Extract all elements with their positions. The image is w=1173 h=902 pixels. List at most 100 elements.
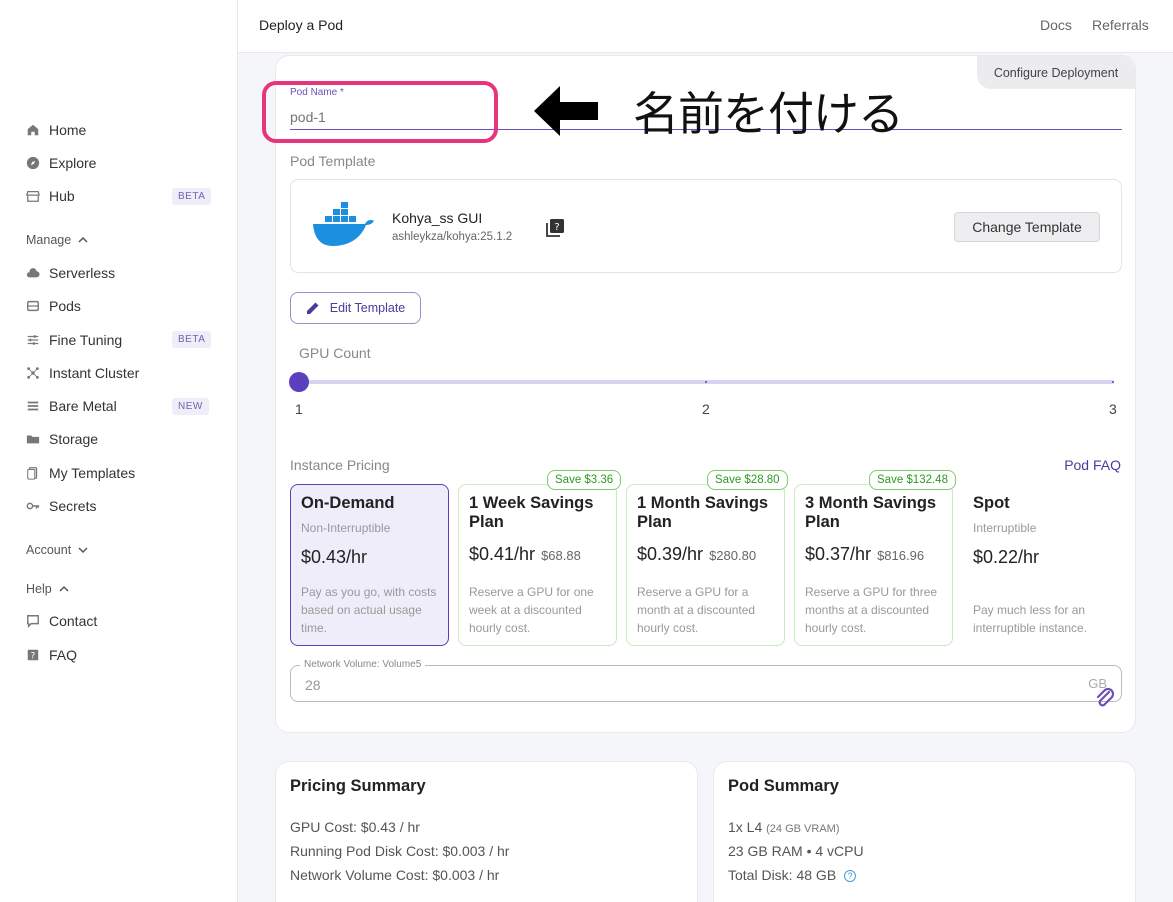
gpu-cost: GPU Cost: $0.43 / hr: [290, 819, 420, 835]
plan-title: Spot: [973, 494, 1010, 512]
section-label: Help: [26, 582, 52, 596]
sidebar-item-label: Pods: [49, 298, 81, 314]
plan-price-row: $0.41/hr $68.88: [469, 544, 581, 565]
help-section-toggle[interactable]: Help: [26, 582, 69, 596]
gpu-tick-2: 2: [702, 401, 710, 417]
pod-disk-cost: Running Pod Disk Cost: $0.003 / hr: [290, 843, 510, 859]
network-volume-cost: Network Volume Cost: $0.003 / hr: [290, 867, 500, 883]
plan-3-month[interactable]: Save $132.48 3 Month Savings Plan $0.37/…: [794, 470, 956, 646]
sidebar-item-instant-cluster[interactable]: Instant Cluster: [26, 362, 139, 384]
sidebar-item-secrets[interactable]: Secrets: [26, 495, 96, 517]
network-volume-field[interactable]: Network Volume: Volume5 28 GB: [290, 659, 1122, 707]
pod-faq-link[interactable]: Pod FAQ: [1064, 457, 1121, 473]
sidebar-item-faq[interactable]: ? FAQ: [26, 644, 77, 666]
plan-1-week[interactable]: Save $3.36 1 Week Savings Plan $0.41/hr $…: [458, 470, 622, 646]
sidebar-item-label: Home: [49, 122, 87, 138]
pod-summary-title: Pod Summary: [728, 777, 839, 795]
cluster-icon: [26, 366, 40, 380]
chevron-up-icon: [59, 585, 69, 592]
plan-description: Pay much less for an interruptible insta…: [973, 603, 1088, 635]
plan-subtitle: Interruptible: [973, 521, 1037, 535]
beta-badge: BETA: [172, 188, 212, 205]
plan-description: Reserve a GPU for one week at a discount…: [469, 585, 594, 635]
plan-title: On-Demand: [301, 494, 395, 512]
edit-template-button[interactable]: Edit Template: [290, 292, 421, 324]
sidebar-item-home[interactable]: Home: [26, 119, 86, 141]
sidebar-item-my-templates[interactable]: My Templates: [26, 462, 135, 484]
page-title: Deploy a Pod: [259, 17, 344, 33]
beta-badge: BETA: [172, 331, 212, 348]
docs-link[interactable]: Docs: [1040, 17, 1072, 33]
key-icon: [26, 499, 40, 513]
slider-mark: [705, 381, 707, 383]
chevron-down-icon: [78, 547, 88, 554]
sidebar-item-label: Storage: [49, 431, 99, 447]
sidebar-item-explore[interactable]: Explore: [26, 152, 96, 174]
home-icon: [26, 123, 40, 137]
sidebar-item-pods[interactable]: Pods: [26, 295, 81, 317]
edit-template-label: Edit Template: [329, 301, 406, 315]
sidebar-item-serverless[interactable]: Serverless: [26, 262, 115, 284]
sidebar-item-label: Hub: [49, 188, 75, 204]
sidebar-item-storage[interactable]: Storage: [26, 428, 98, 450]
question-icon: ?: [26, 648, 40, 662]
gpu-spec: 1x L4 (24 GB VRAM): [728, 819, 840, 835]
plan-total: $816.96: [877, 548, 925, 563]
pod-template-label: Pod Template: [290, 153, 376, 169]
gpu-count-slider-thumb[interactable]: [289, 372, 309, 392]
docker-logo-icon: [313, 202, 374, 246]
configure-deployment-tab[interactable]: Configure Deployment: [977, 56, 1135, 89]
save-badge: Save $3.36: [547, 470, 622, 490]
slider-mark: [1112, 381, 1114, 383]
save-badge: Save $132.48: [869, 470, 956, 490]
svg-text:?: ?: [31, 652, 36, 662]
plan-on-demand[interactable]: On-Demand Non-Interruptible $0.43/hr Pay…: [290, 484, 449, 646]
chat-icon: [26, 614, 40, 628]
plan-spot[interactable]: Spot Interruptible $0.22/hr Pay much les…: [962, 484, 1121, 646]
plan-price: $0.39/hr: [637, 544, 704, 564]
deploy-card: Configure Deployment Pod Name * 名前を付ける P…: [262, 55, 1136, 733]
total-disk-row: Total Disk: 48 GB?: [728, 867, 857, 883]
sidebar-item-label: Bare Metal: [49, 398, 117, 414]
plan-description: Pay as you go, with costs based on actua…: [301, 585, 437, 635]
help-circle-icon[interactable]: ?: [844, 870, 857, 882]
plan-1-month[interactable]: Save $28.80 1 Month Savings Plan $0.39/h…: [626, 470, 788, 646]
sidebar-item-label: Explore: [49, 155, 97, 171]
plan-title: 1 Month Savings Plan: [637, 494, 769, 531]
sidebar-item-contact[interactable]: Contact: [26, 610, 97, 632]
sidebar-item-label: Fine Tuning: [49, 332, 123, 348]
network-volume-value: 28: [305, 677, 321, 693]
gpu-tick-1: 1: [295, 401, 303, 417]
main-content: Configure Deployment Pod Name * 名前を付ける P…: [238, 53, 1173, 902]
sidebar-item-hub[interactable]: Hub: [26, 185, 75, 207]
plan-price-row: $0.39/hr $280.80: [637, 544, 756, 565]
cloud-icon: [26, 266, 40, 280]
pod-name-label: Pod Name *: [290, 87, 344, 98]
referrals-link[interactable]: Referrals: [1092, 17, 1149, 33]
svg-text:?: ?: [554, 222, 559, 233]
readme-icon[interactable]: ?: [545, 218, 565, 238]
change-template-button[interactable]: Change Template: [954, 212, 1100, 242]
sidebar: Home Explore Hub BETA Manage Serverless …: [0, 0, 238, 902]
plan-title: 1 Week Savings Plan: [469, 494, 594, 531]
sidebar-item-bare-metal[interactable]: Bare Metal: [26, 395, 117, 417]
sidebar-item-label: FAQ: [49, 647, 78, 663]
gpu-count-label: GPU Count: [299, 345, 371, 361]
sidebar-item-fine-tuning[interactable]: Fine Tuning: [26, 329, 122, 351]
folder-icon: [26, 432, 40, 446]
total-disk: Total Disk: 48 GB: [728, 867, 837, 883]
plan-description: Reserve a GPU for a month at a discounte…: [637, 585, 756, 635]
pencil-icon: [306, 302, 319, 314]
topbar: Deploy a Pod Docs Referrals: [238, 0, 1173, 53]
vram-spec: (24 GB VRAM): [766, 823, 840, 835]
plan-subtitle: Non-Interruptible: [301, 521, 391, 535]
account-section-toggle[interactable]: Account: [26, 543, 88, 557]
file-icon: [26, 466, 40, 480]
new-badge: NEW: [172, 398, 209, 415]
paperclip-icon[interactable]: [1093, 686, 1117, 710]
gpu-tick-3: 3: [1109, 401, 1117, 417]
manage-section-toggle[interactable]: Manage: [26, 233, 88, 247]
sidebar-item-label: Serverless: [49, 265, 116, 281]
pricing-summary-title: Pricing Summary: [290, 777, 426, 795]
instance-pricing-label: Instance Pricing: [290, 457, 390, 473]
